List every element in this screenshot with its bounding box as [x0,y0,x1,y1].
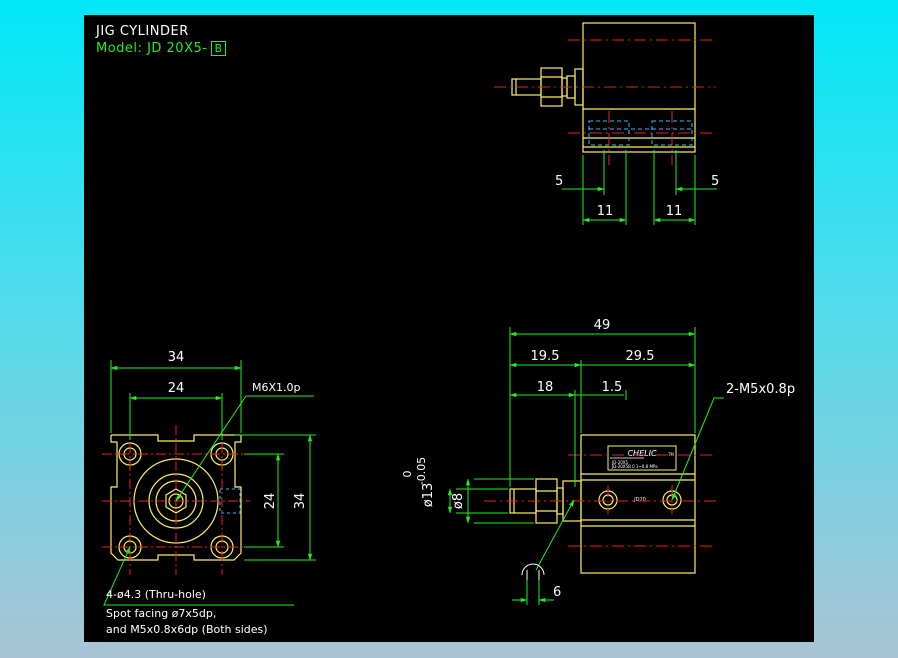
front-view-dimensions [103,360,316,606]
dim-side-left: 19.5 [531,349,560,364]
dim-side-gap: 1.5 [602,380,623,395]
dim-wrench-width: 6 [553,585,561,600]
dim-rod-diameter: ø8 [451,493,466,509]
dim-side-overall: 49 [594,318,611,333]
dim-front-height-outer: 34 [293,493,308,510]
ports-callout: 2-M5x0.8p [726,382,795,397]
front-view: 34 24 24 34 M6X1.0p 4-ø4.3 (Thru-hole) S… [102,350,316,636]
thread-callout: M6X1.0p [252,381,301,394]
dim-front-height-inner: 24 [263,493,278,510]
port-marking: JD20 [633,497,646,503]
label-line-2: JD-20X5B 0.1~0.8 MPa [611,464,658,469]
label-brand: CHELIC [627,449,656,458]
top-view: 5 5 11 11 [494,22,719,225]
tolerance-upper: 0 [401,471,414,478]
dim-top-left-width: 11 [597,204,614,219]
cad-drawing: 5 5 11 11 34 24 24 34 M6X1.0p 4-ø4.3 (Th… [102,22,795,636]
dim-front-width-outer: 34 [168,350,185,365]
side-view: CHELIC TM JD-20X5 JD-20X5B 0.1~0.8 MPa J… [401,318,795,605]
drawing-sheet: JIG CYLINDER Model: JD 20X5- B 5 5 11 11… [84,15,814,642]
top-view-dimensions [562,150,717,225]
dim-side-rod: 18 [537,380,554,395]
dim-front-width-inner: 24 [168,381,185,396]
dim-top-left-offset: 5 [555,174,563,189]
spot-facing-note: Spot facing ø7x5dp, [106,607,216,620]
front-view-center-lines [102,425,250,575]
dim-top-right-offset: 5 [711,174,719,189]
side-view-wrench-detail [521,563,545,580]
top-view-center-lines [494,39,716,165]
hole-note: 4-ø4.3 (Thru-hole) [106,588,206,601]
tolerance-lower: -0.05 [415,457,428,485]
dim-top-right-width: 11 [666,204,683,219]
dim-side-right: 29.5 [626,349,655,364]
spot-facing-note-2: and M5x0.8x6dp (Both sides) [106,623,268,636]
side-view-dimensions [447,327,724,605]
dim-collar-diameter: ø13 [421,483,436,508]
